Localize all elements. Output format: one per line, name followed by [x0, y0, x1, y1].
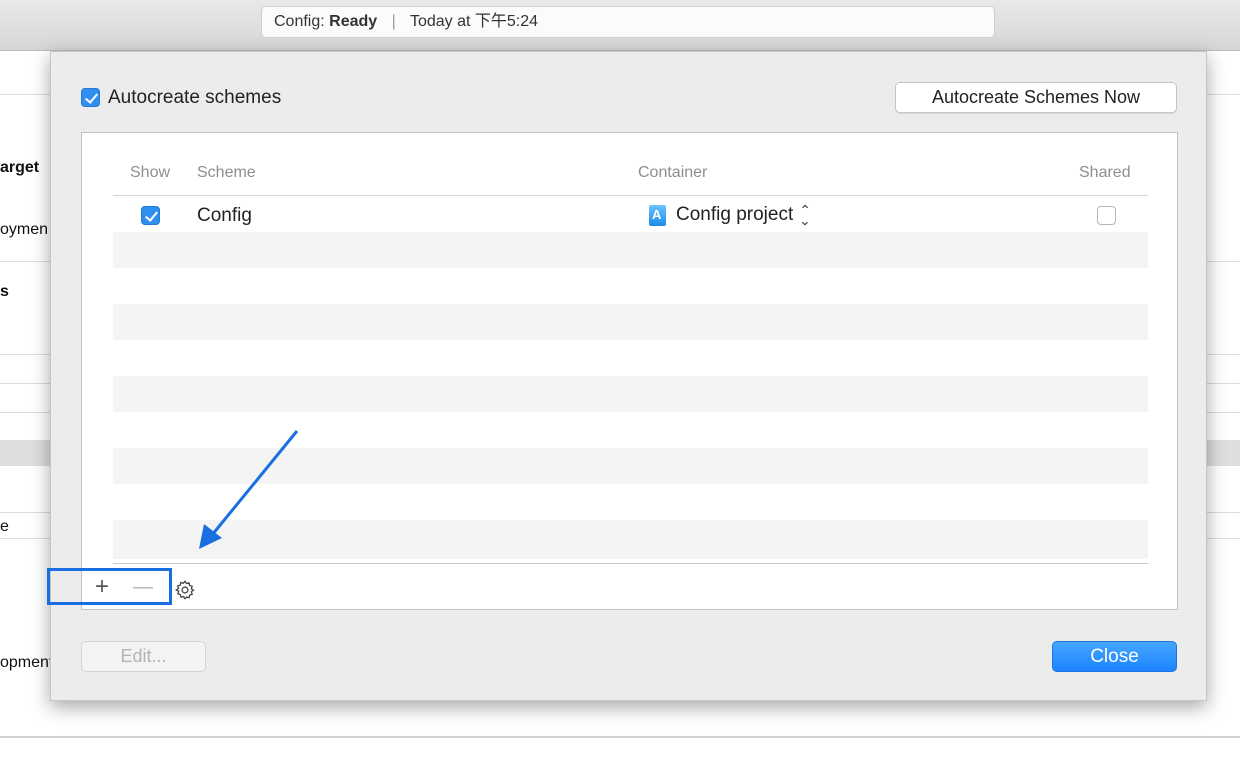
empty-row: [113, 520, 1148, 559]
edit-scheme-button[interactable]: Edit...: [81, 641, 206, 672]
table-row[interactable]: [113, 196, 1148, 232]
activity-status: Ready: [329, 13, 378, 30]
empty-row: [113, 412, 1148, 448]
activity-project: Config:: [274, 13, 325, 30]
empty-row: [113, 376, 1148, 412]
container-value: Config project: [676, 204, 794, 225]
column-header-show[interactable]: Show: [130, 164, 170, 182]
column-header-container[interactable]: Container: [638, 164, 707, 182]
bg-divider: [0, 736, 1240, 738]
bg-label-target: arget: [0, 159, 40, 176]
empty-row: [113, 232, 1148, 268]
table-bottom-divider: [113, 563, 1148, 564]
autocreate-schemes-label: Autocreate schemes: [108, 87, 282, 108]
column-header-scheme[interactable]: Scheme: [197, 164, 256, 182]
activity-viewer: Config: Ready | Today at 下午5:24: [261, 6, 995, 38]
annotation-highlight-box: [47, 568, 172, 605]
window-toolbar: Config: Ready | Today at 下午5:24: [0, 0, 1240, 51]
bg-label-development: opment: [0, 654, 54, 671]
project-file-icon: [649, 204, 666, 226]
stepper-icon: ⌃ ⌃: [799, 202, 811, 228]
activity-separator: |: [391, 13, 396, 30]
activity-time: Today at 下午5:24: [409, 13, 539, 30]
bg-label-s: s: [0, 283, 9, 300]
empty-row: [113, 340, 1148, 376]
container-popup[interactable]: Config project ⌃⌃: [649, 202, 811, 228]
empty-row: [113, 484, 1148, 520]
empty-row: [113, 304, 1148, 340]
close-button[interactable]: Close: [1052, 641, 1177, 672]
schemes-table-panel: Show Scheme Container Shared Config Conf…: [81, 132, 1178, 610]
empty-row: [113, 448, 1148, 484]
column-header-shared[interactable]: Shared: [1079, 164, 1131, 182]
bg-label-deployment: oymen: [0, 221, 49, 238]
bg-label-e: e: [0, 518, 9, 535]
gear-icon[interactable]: [174, 579, 196, 601]
autocreate-schemes-now-button[interactable]: Autocreate Schemes Now: [895, 82, 1177, 113]
shared-checkbox[interactable]: [1097, 206, 1116, 225]
scheme-name: Config: [197, 205, 252, 226]
empty-row: [113, 268, 1148, 304]
show-checkbox[interactable]: [141, 206, 160, 225]
autocreate-schemes-checkbox[interactable]: [81, 88, 100, 107]
manage-schemes-sheet: Autocreate schemes Autocreate Schemes No…: [50, 51, 1207, 701]
